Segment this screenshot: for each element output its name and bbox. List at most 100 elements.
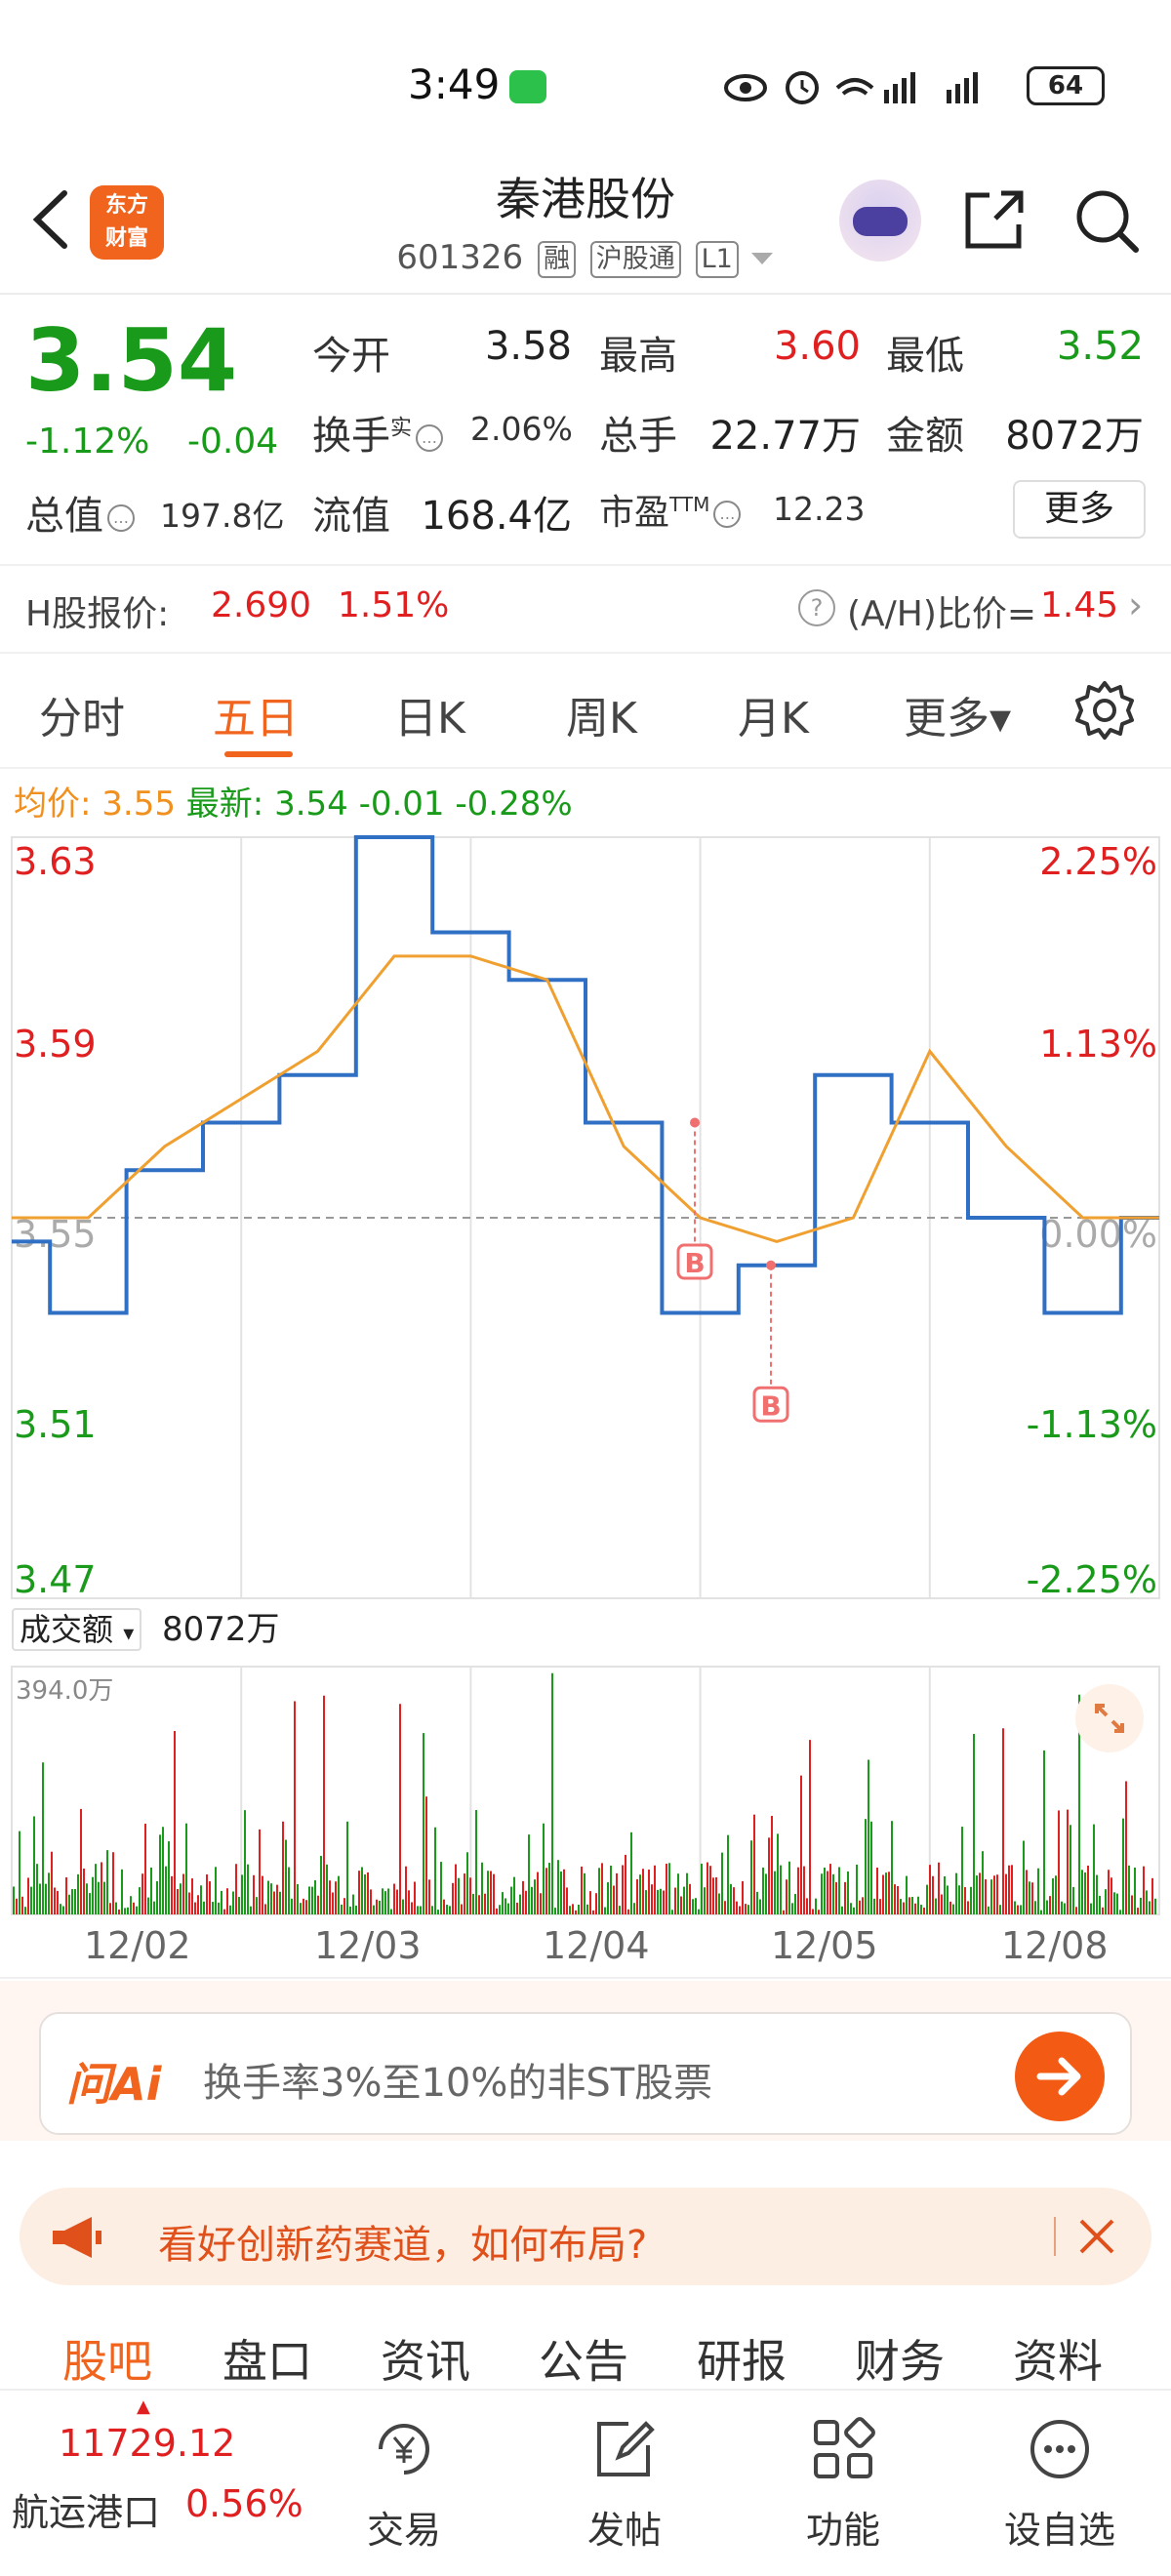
tab-forum[interactable]: 股吧 xyxy=(62,2326,152,2391)
tab-intraday[interactable]: 分时 xyxy=(39,683,125,745)
search-icon[interactable] xyxy=(1071,185,1142,256)
high-value: 3.60 xyxy=(773,324,861,369)
tab-orderbook[interactable]: 盘口 xyxy=(222,2326,312,2391)
h-share-row[interactable]: H股报价: 2.690 1.51% ? (A/H)比价= 1.45 › xyxy=(0,568,1171,652)
more-button[interactable]: 更多 xyxy=(1013,480,1146,539)
share-icon[interactable] xyxy=(960,185,1029,254)
current-price: 3.54 xyxy=(25,310,238,411)
expand-button[interactable] xyxy=(1075,1684,1144,1752)
grid-icon xyxy=(814,2417,875,2478)
date-label: 12/03 xyxy=(314,1924,422,1967)
yen-circle-icon xyxy=(379,2424,429,2475)
ai-search-box[interactable]: 问Ai 换手率3%至10%的非ST股票 xyxy=(39,2012,1132,2135)
buy-marker-dot xyxy=(690,1117,700,1128)
trade-button[interactable]: 交易 xyxy=(336,2406,472,2562)
y-tick-left: 3.63 xyxy=(14,840,97,883)
quote-divider xyxy=(0,564,1171,566)
y-tick-right: 2.25% xyxy=(1039,840,1157,883)
turnover-sup: 实 xyxy=(390,416,413,441)
volume-metric-label: 成交额 xyxy=(20,1611,114,1648)
close-icon[interactable] xyxy=(1070,2209,1124,2264)
megaphone-icon xyxy=(53,2217,101,2258)
chart-tabs: 分时 五日 日K 周K 月K 更多▾ xyxy=(0,660,1171,767)
y-tick-right: -2.25% xyxy=(1027,1558,1157,1600)
dates-divider xyxy=(0,1977,1171,1979)
bottom-section-tabs: 股吧 盘口 资讯 公告 研报 财务 资料 xyxy=(0,2305,1171,2388)
buy-marker-label: B xyxy=(684,1247,705,1279)
gear-icon[interactable] xyxy=(1073,679,1136,742)
ah-ratio-label: (A/H)比价= xyxy=(847,594,1037,634)
caret-down-icon: ▾ xyxy=(123,1622,135,1646)
tab-more[interactable]: 更多▾ xyxy=(904,683,1011,745)
arrow-right-icon xyxy=(1036,2057,1081,2096)
index-name: 航运港口 xyxy=(12,2491,161,2534)
price-line xyxy=(12,835,1159,1315)
index-value: 11729.12 xyxy=(59,2422,236,2465)
amount-value: 8072万 xyxy=(1005,414,1144,459)
turnover-value: 2.06% xyxy=(470,410,573,448)
tab-profile[interactable]: 资料 xyxy=(1013,2326,1103,2391)
open-value: 3.58 xyxy=(484,324,572,369)
post-button[interactable]: 发帖 xyxy=(556,2406,693,2562)
tab-daily-k[interactable]: 日K xyxy=(394,683,465,745)
help-icon[interactable]: ? xyxy=(798,589,835,626)
volume-metric-selector[interactable]: 成交额 ▾ xyxy=(12,1608,142,1651)
wechat-notification-icon xyxy=(509,70,546,103)
buy-marker-label: B xyxy=(760,1389,781,1422)
add-watchlist-button[interactable]: 设自选 xyxy=(991,2406,1128,2562)
mktcap-label[interactable]: 总值… xyxy=(25,484,135,541)
amount-label: 金额 xyxy=(886,414,964,459)
volume-chart xyxy=(11,1666,1160,1915)
pe-label[interactable]: 市盈TTM… xyxy=(599,484,742,535)
banner-separator xyxy=(1054,2217,1056,2256)
trade-label: 交易 xyxy=(366,2509,441,2552)
ai-send-button[interactable] xyxy=(1015,2032,1105,2121)
date-label: 12/08 xyxy=(1001,1924,1109,1967)
ah-ratio-value: 1.45 xyxy=(1040,585,1119,625)
y-tick-left: 3.51 xyxy=(14,1403,97,1446)
buy-marker-dot xyxy=(766,1260,776,1270)
tab-five-day[interactable]: 五日 xyxy=(213,683,299,745)
date-label: 12/02 xyxy=(84,1924,191,1967)
tab-announcements[interactable]: 公告 xyxy=(539,2326,628,2391)
y-tick-right: 1.13% xyxy=(1039,1023,1157,1066)
h-share-price: 2.690 xyxy=(211,585,312,625)
ai-logo: 问Ai xyxy=(66,2058,162,2111)
robot-avatar[interactable] xyxy=(839,180,921,262)
tab-weekly-k[interactable]: 周K xyxy=(566,683,637,745)
ai-prompt-text: 换手率3%至10%的非ST股票 xyxy=(203,2061,713,2106)
price-chart[interactable]: 3.63 2.25%3.59 1.13%3.55 0.00%3.51 -1.13%3.4… xyxy=(0,829,1171,1600)
turnover-label[interactable]: 换手实… xyxy=(312,404,444,461)
latest-pct: -0.28% xyxy=(455,785,573,824)
tab-financials[interactable]: 财务 xyxy=(855,2326,945,2391)
low-value: 3.52 xyxy=(1056,324,1144,369)
expand-icon xyxy=(1095,1704,1124,1733)
pe-label-text: 市盈 xyxy=(599,493,670,533)
more-circle-icon xyxy=(1030,2420,1089,2478)
tab-news[interactable]: 资讯 xyxy=(381,2326,470,2391)
low-label: 最低 xyxy=(886,334,964,379)
y-tick-left: 3.59 xyxy=(14,1023,97,1066)
float-value: 168.4亿 xyxy=(421,494,572,539)
info-icon: … xyxy=(107,504,135,532)
y-tick-right: -1.13% xyxy=(1027,1403,1157,1446)
date-label: 12/04 xyxy=(543,1924,650,1967)
signal-icons xyxy=(724,71,978,104)
functions-button[interactable]: 功能 xyxy=(775,2406,911,2562)
footer-bar: ▲ 11729.12 航运港口 0.56% 交易 发帖 功能 设自选 xyxy=(0,2389,1171,2576)
volume-label: 总手 xyxy=(599,414,677,459)
promo-banner[interactable]: 看好创新药赛道，如何布局? xyxy=(20,2188,1151,2285)
turnover-label-text: 换手 xyxy=(312,414,390,459)
edit-icon xyxy=(597,2421,655,2476)
status-bar: 3:49 64 xyxy=(0,0,1171,166)
chevron-right-icon: › xyxy=(1128,584,1144,626)
y-tick-left: 3.55 xyxy=(14,1213,97,1256)
avg-value: 3.55 xyxy=(101,785,176,824)
add-watchlist-label: 设自选 xyxy=(1003,2509,1115,2552)
abs-change: -0.04 xyxy=(187,422,279,462)
tab-monthly-k[interactable]: 月K xyxy=(738,683,809,745)
tab-research[interactable]: 研报 xyxy=(697,2326,787,2391)
tabs-divider xyxy=(0,767,1171,769)
latest-value: 3.54 xyxy=(274,785,348,824)
volume-value: 22.77万 xyxy=(709,414,861,459)
